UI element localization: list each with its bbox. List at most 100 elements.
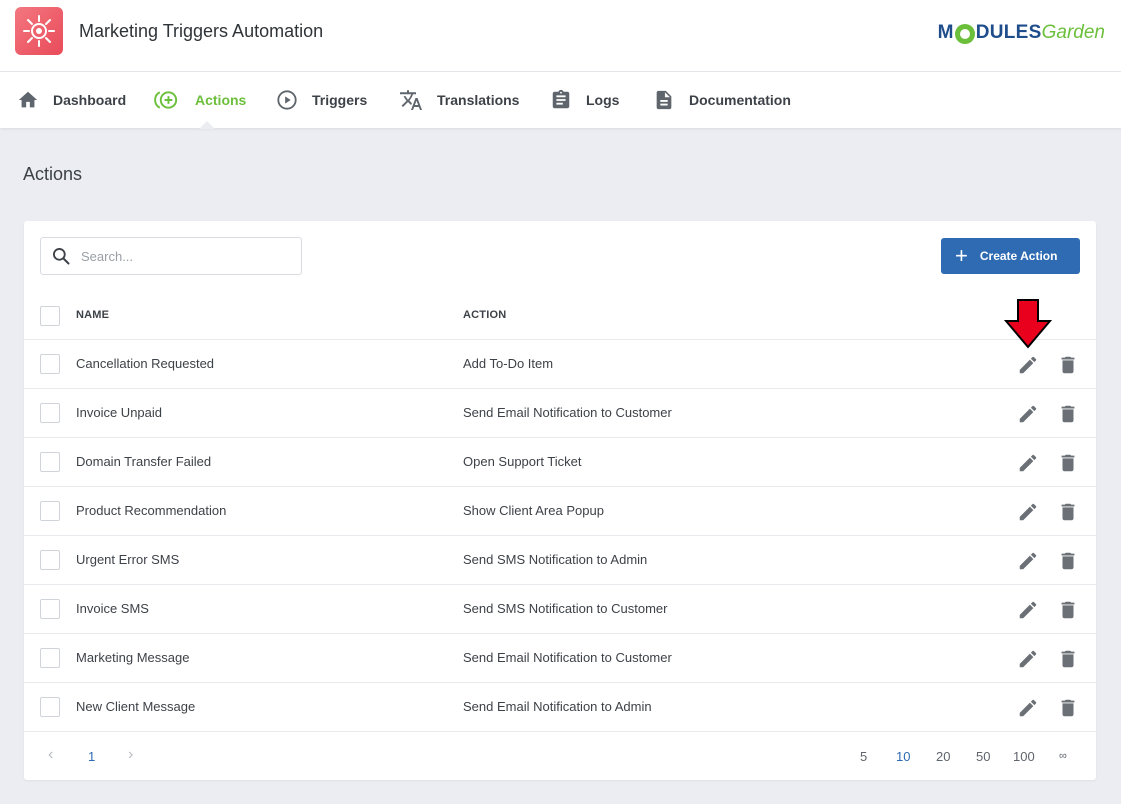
edit-icon [1019, 454, 1037, 472]
nav-label: Logs [586, 92, 620, 108]
row-name: Urgent Error SMS [76, 552, 180, 567]
nav-item-documentation[interactable]: Documentation [653, 72, 791, 128]
page-size-option[interactable]: 5 [860, 749, 867, 764]
page-size-option[interactable]: 20 [936, 749, 950, 764]
delete-button[interactable] [1057, 354, 1079, 381]
nav-label: Translations [437, 92, 520, 108]
document-icon [656, 90, 672, 110]
page-size-option[interactable]: 100 [1013, 749, 1035, 764]
search-icon [53, 248, 70, 265]
row-name: Invoice SMS [76, 601, 149, 616]
page-size-option[interactable]: ∞ [1059, 750, 1067, 762]
row-checkbox[interactable] [40, 648, 60, 668]
nav-item-logs[interactable]: Logs [550, 72, 619, 128]
nav-item-translations[interactable]: Translations [399, 72, 519, 128]
delete-button[interactable] [1057, 599, 1079, 626]
nav-label: Documentation [689, 92, 791, 108]
row-checkbox[interactable] [40, 403, 60, 423]
trash-icon [1061, 699, 1075, 717]
delete-button[interactable] [1057, 452, 1079, 479]
row-checkbox[interactable] [40, 452, 60, 472]
nav-label: Dashboard [53, 92, 127, 108]
edit-icon [1019, 552, 1037, 570]
nav-item-triggers[interactable]: Triggers [276, 72, 367, 128]
column-header-action[interactable]: ACTION [463, 309, 506, 321]
row-name: Cancellation Requested [76, 356, 215, 371]
actions-card: + Create Action NAME ACTION Cancellation… [24, 221, 1096, 780]
row-action: Send Email Notification to Admin [463, 699, 652, 714]
page-number[interactable]: 1 [88, 749, 95, 764]
edit-icon [1019, 601, 1037, 619]
edit-icon [1019, 503, 1037, 521]
nav-item-dashboard[interactable]: Dashboard [17, 72, 126, 128]
create-action-label: Create Action [979, 249, 1058, 263]
next-page-button[interactable]: › [128, 746, 133, 764]
edit-button[interactable] [1017, 354, 1039, 381]
translate-icon [400, 90, 422, 110]
table-row: Invoice SMS Send SMS Notification to Cust… [24, 585, 1096, 634]
brand-logo: M DULES Garden [937, 22, 1105, 44]
search-input[interactable] [81, 248, 281, 264]
page-size-option[interactable]: 10 [896, 749, 910, 764]
table-row: Urgent Error SMS Send SMS Notification to… [24, 536, 1096, 585]
edit-button[interactable] [1017, 599, 1039, 626]
select-all-checkbox[interactable] [40, 306, 60, 326]
page-size-option[interactable]: 50 [976, 749, 990, 764]
row-action: Add To-Do Item [463, 356, 554, 371]
column-header-name[interactable]: NAME [76, 309, 109, 321]
top-bar: Marketing Triggers Automation M DULES Gard… [0, 0, 1121, 72]
pagination: ‹ 1 › 5 10 20 50 100 ∞ [24, 733, 1096, 780]
edit-icon [1019, 650, 1037, 668]
nav-label: Actions [195, 92, 247, 108]
app-logo [15, 7, 63, 55]
main-nav: Dashboard Actions Triggers Translations … [0, 72, 1121, 128]
edit-button[interactable] [1017, 452, 1039, 479]
search-box[interactable] [40, 237, 302, 275]
trash-icon [1061, 552, 1075, 570]
row-checkbox[interactable] [40, 501, 60, 521]
clipboard-icon [552, 89, 570, 109]
row-name: Marketing Message [76, 650, 190, 665]
edit-button[interactable] [1017, 501, 1039, 528]
row-action: Send Email Notification to Customer [463, 650, 672, 665]
trash-icon [1061, 650, 1075, 668]
create-action-button[interactable]: + Create Action [941, 238, 1080, 274]
row-action: Send Email Notification to Customer [463, 405, 672, 420]
edit-button[interactable] [1017, 550, 1039, 577]
prev-page-button[interactable]: ‹ [48, 746, 53, 764]
row-action: Send SMS Notification to Customer [463, 601, 668, 616]
trash-icon [1061, 356, 1075, 374]
edit-icon [1019, 405, 1037, 423]
row-checkbox[interactable] [40, 599, 60, 619]
trash-icon [1061, 503, 1075, 521]
delete-button[interactable] [1057, 403, 1079, 430]
edit-icon [1019, 699, 1037, 717]
row-name: Domain Transfer Failed [76, 454, 212, 469]
row-checkbox[interactable] [40, 354, 60, 374]
trash-icon [1061, 454, 1075, 472]
table-row: Domain Transfer Failed Open Support Ticke… [24, 438, 1096, 487]
table-row: Invoice Unpaid Send Email Notification to… [24, 389, 1096, 438]
edit-button[interactable] [1017, 403, 1039, 430]
edit-button[interactable] [1017, 648, 1039, 675]
red-arrow-icon [1004, 299, 1052, 349]
nav-item-actions[interactable]: Actions [154, 72, 246, 128]
row-action: Open Support Ticket [463, 454, 582, 469]
row-action: Show Client Area Popup [463, 503, 604, 518]
table-row: Cancellation Requested Add To-Do Item [24, 340, 1096, 389]
row-action: Send SMS Notification to Admin [463, 552, 648, 567]
add-circle-icon [154, 91, 178, 109]
page-title: Actions [23, 164, 83, 184]
delete-button[interactable] [1057, 648, 1079, 675]
delete-button[interactable] [1057, 501, 1079, 528]
delete-button[interactable] [1057, 697, 1079, 724]
active-tab-caret [199, 121, 215, 129]
app-title: Marketing Triggers Automation [79, 21, 324, 41]
delete-button[interactable] [1057, 550, 1079, 577]
row-checkbox[interactable] [40, 697, 60, 717]
edit-button[interactable] [1017, 697, 1039, 724]
row-name: New Client Message [76, 699, 196, 714]
trash-icon [1061, 405, 1075, 423]
home-icon [18, 91, 38, 108]
row-checkbox[interactable] [40, 550, 60, 570]
